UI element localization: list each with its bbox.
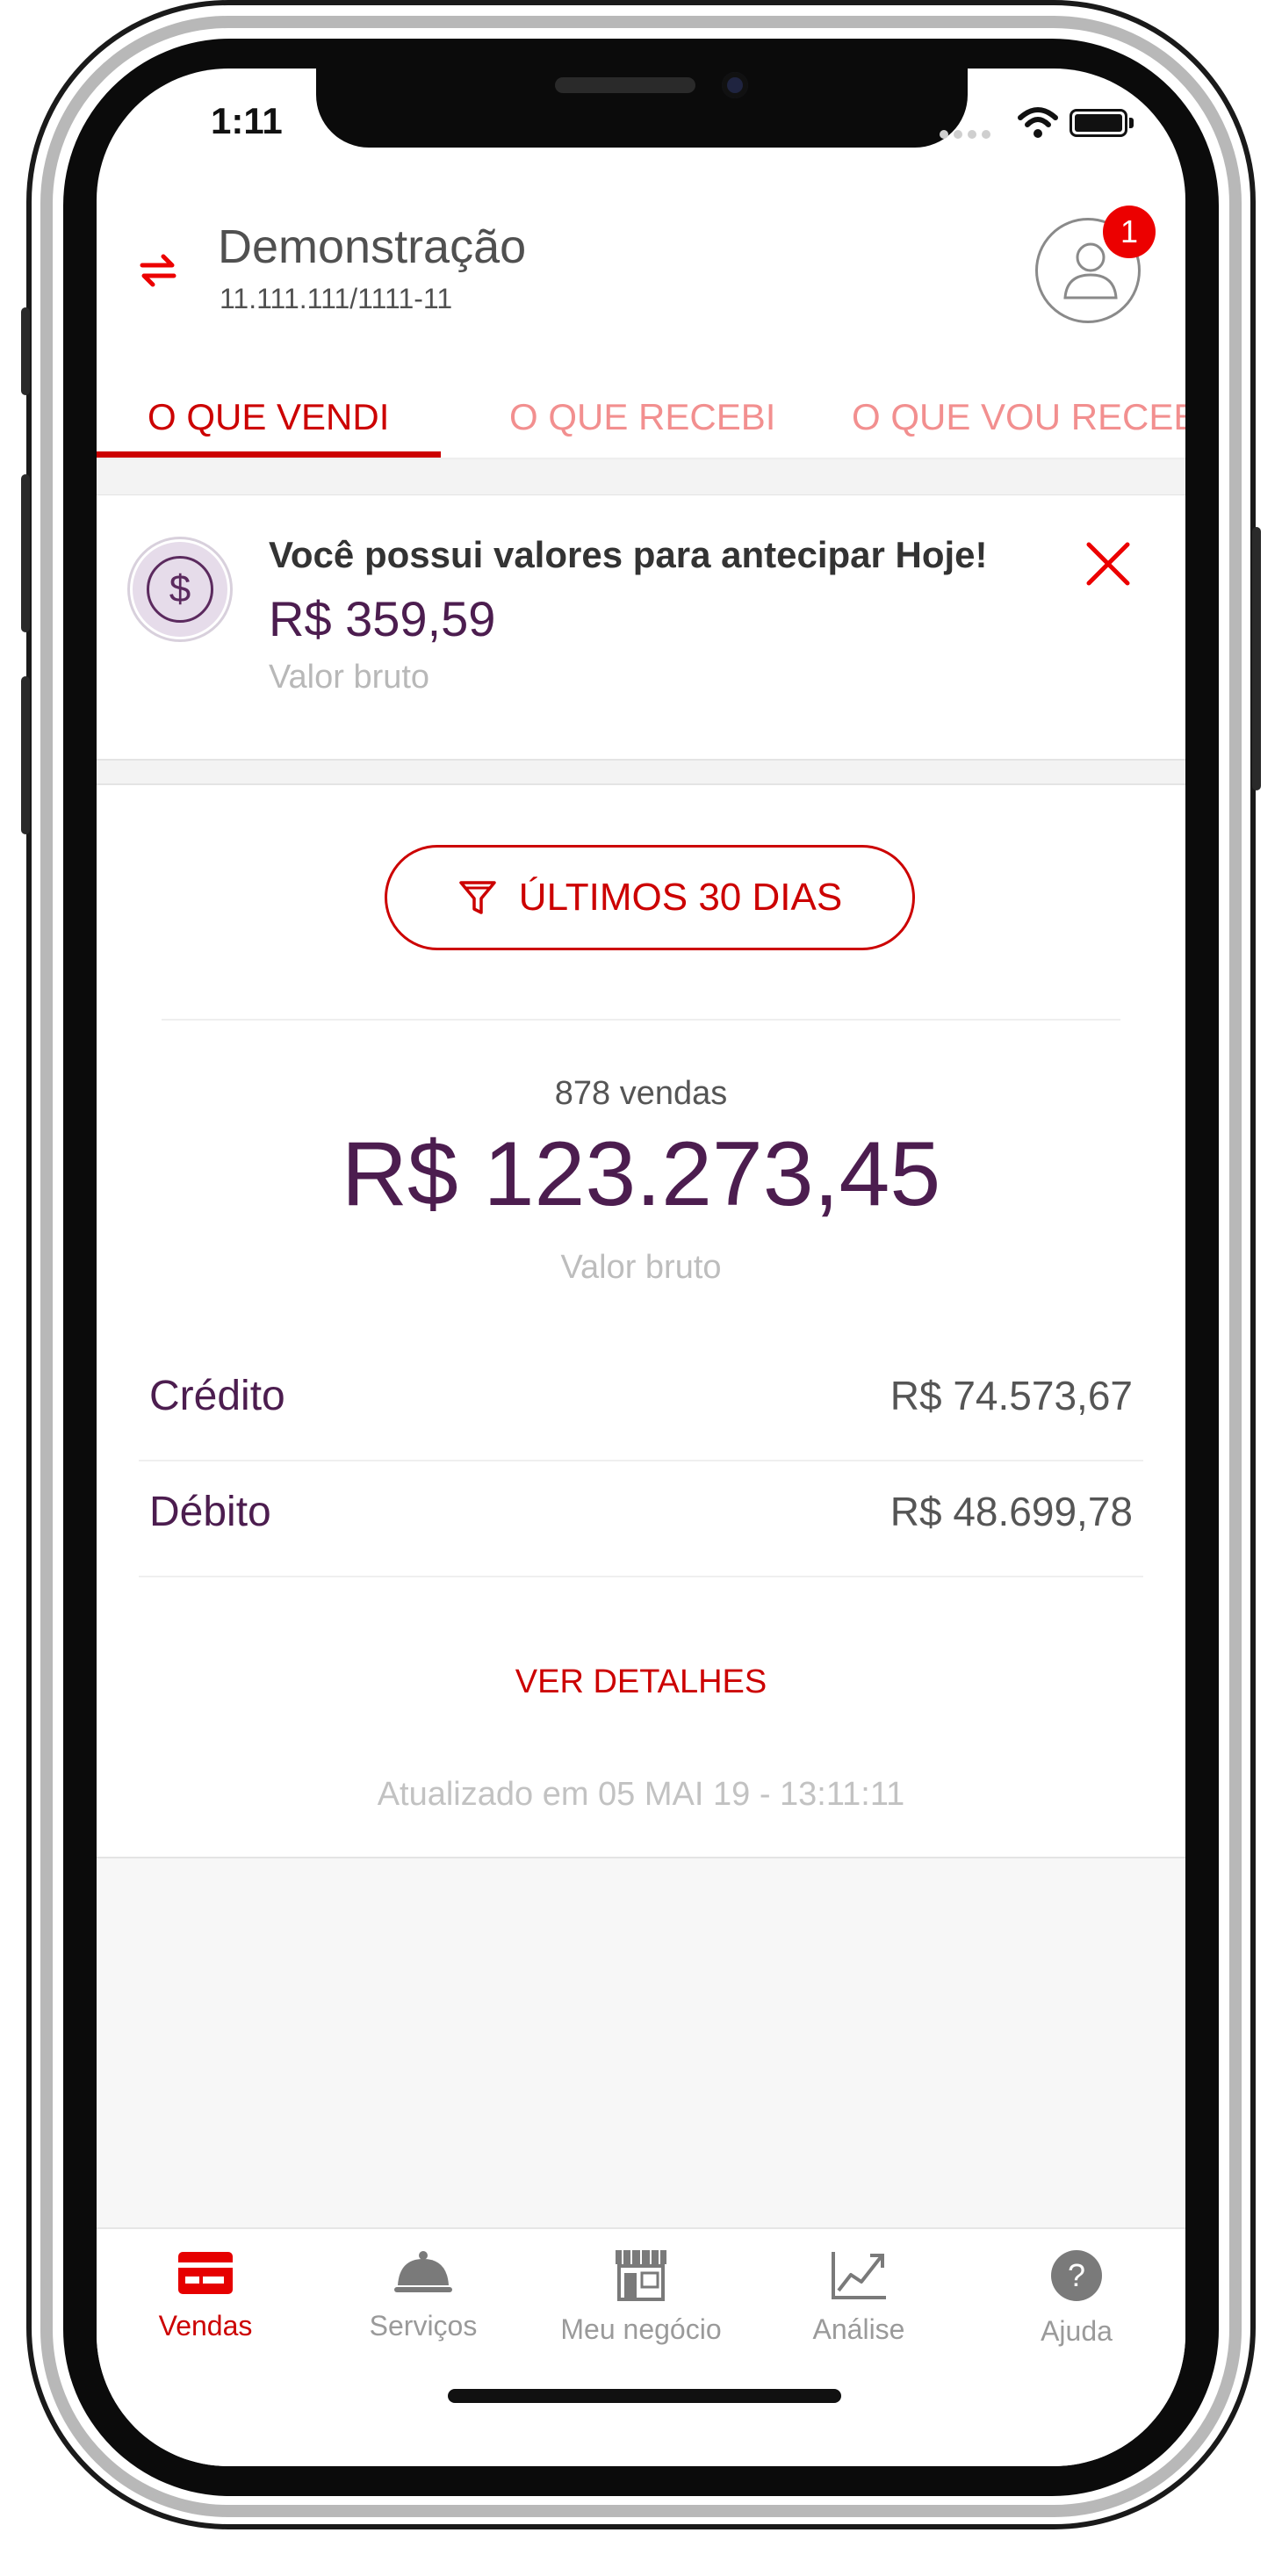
view-details-link[interactable]: VER DETALHES — [97, 1663, 1185, 1701]
svg-text:?: ? — [1068, 2257, 1085, 2293]
nav-label: Serviços — [369, 2310, 478, 2341]
signal-icon — [940, 130, 948, 139]
signal-icon — [982, 130, 990, 139]
sales-total: R$ 123.273,45 — [341, 1123, 941, 1225]
help-icon: ? — [1051, 2250, 1102, 2301]
mute-switch — [21, 307, 30, 395]
summary-divider — [162, 1019, 1120, 1021]
chart-icon — [832, 2252, 886, 2299]
nav-servicos[interactable]: Serviços — [314, 2248, 532, 2380]
nav-meu-negocio[interactable]: Meu negócio — [532, 2248, 750, 2380]
volume-down-button — [21, 676, 30, 834]
row-divider — [139, 1460, 1143, 1461]
credit-value: R$ 74.573,67 — [889, 1373, 1133, 1418]
tab-o-que-recebi[interactable]: O QUE RECEBI — [509, 378, 775, 462]
battery-icon — [1070, 109, 1127, 137]
front-camera — [722, 72, 748, 98]
debit-label: Débito — [149, 1489, 271, 1535]
store-icon — [616, 2250, 666, 2301]
dollar-icon: $ — [147, 556, 213, 623]
debit-value: R$ 48.699,78 — [889, 1489, 1133, 1534]
tab-o-que-vendi[interactable]: O QUE VENDI — [148, 378, 389, 462]
company-id: 11.111.111/1111-11 — [220, 283, 453, 314]
notification-badge: 1 — [1103, 206, 1156, 258]
nav-label: Meu negócio — [560, 2313, 722, 2345]
nav-ajuda[interactable]: ? Ajuda — [968, 2248, 1185, 2380]
period-filter-button[interactable]: ÚLTIMOS 30 DIAS — [385, 845, 915, 950]
credit-label: Crédito — [149, 1373, 285, 1419]
nav-label: Ajuda — [1041, 2315, 1113, 2347]
app-screen: 1:11 Demonstração 11.111.111/1111-11 1 O… — [97, 69, 1185, 2466]
power-button — [1252, 527, 1261, 790]
volume-up-button — [21, 474, 30, 632]
company-name[interactable]: Demonstração — [218, 220, 526, 274]
separator-band — [97, 459, 1185, 495]
nav-vendas[interactable]: Vendas — [97, 2248, 314, 2380]
separator-line — [97, 783, 1185, 785]
cloche-icon — [394, 2251, 452, 2292]
sales-total-subtitle: Valor bruto — [560, 1249, 722, 1286]
tab-o-que-vou-receber[interactable]: O QUE VOU RECEBER — [852, 378, 1185, 462]
signal-icon — [968, 130, 976, 139]
signal-icon — [954, 130, 962, 139]
last-updated: Atualizado em 05 MAI 19 - 13:11:11 — [377, 1776, 905, 1813]
bottom-navigation: Vendas Serviços Meu negócio Análise ? Aj… — [97, 2227, 1185, 2466]
separator-band — [97, 761, 1185, 783]
anticipation-subtitle: Valor bruto — [269, 659, 430, 696]
close-icon[interactable] — [1082, 538, 1134, 590]
empty-area — [97, 1858, 1185, 2227]
sales-count: 878 vendas — [554, 1075, 728, 1112]
dollar-badge: $ — [130, 539, 230, 639]
anticipation-title: Você possui valores para antecipar Hoje! — [269, 534, 988, 575]
device-notch — [316, 69, 968, 148]
nav-analise[interactable]: Análise — [750, 2248, 968, 2380]
active-tab-indicator — [97, 451, 441, 458]
card-icon — [178, 2252, 233, 2294]
anticipation-value: R$ 359,59 — [269, 591, 496, 646]
home-indicator[interactable] — [448, 2389, 841, 2403]
tab-bar: O QUE VENDI O QUE RECEBI O QUE VOU RECEB… — [97, 378, 1185, 462]
speaker-grille — [555, 77, 695, 93]
nav-label: Análise — [812, 2313, 905, 2345]
row-divider — [139, 1576, 1143, 1577]
battery-cap — [1129, 118, 1134, 128]
wifi-icon — [1018, 107, 1058, 138]
nav-label: Vendas — [158, 2310, 253, 2341]
status-indicators — [940, 105, 1134, 139]
status-time: 1:11 — [211, 100, 283, 141]
switch-account-icon[interactable] — [133, 246, 183, 295]
funnel-icon — [459, 881, 496, 914]
period-filter-label: ÚLTIMOS 30 DIAS — [518, 876, 843, 919]
